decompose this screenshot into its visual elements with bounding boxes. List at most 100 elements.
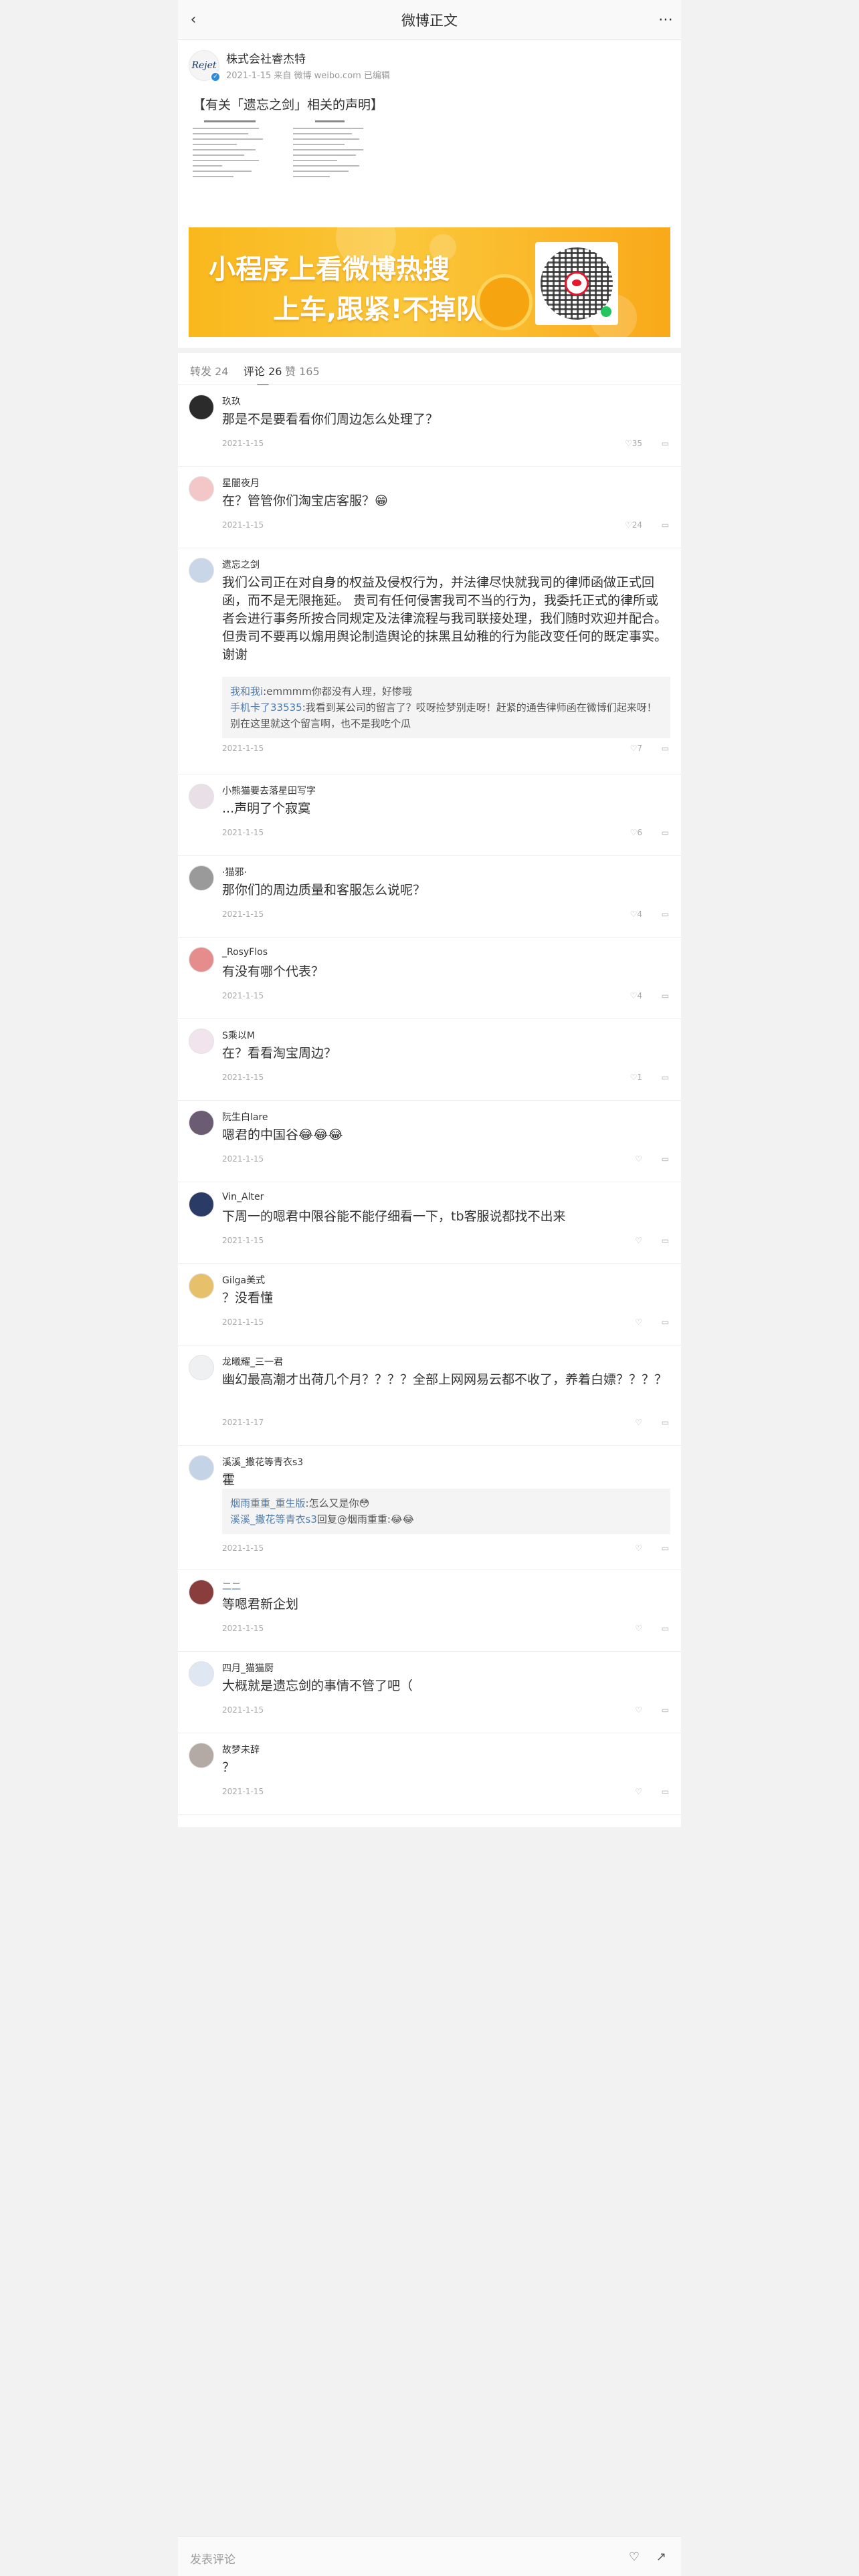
reply-icon[interactable]: ▭ [660,1073,669,1082]
list-item[interactable]: S乘以M 在？看看淘宝周边？ 2021-1-15 ♡ 1 ▭ [178,1019,681,1101]
mini-program-banner[interactable]: 小程序上看微博热搜 上车,跟紧!不掉队! [189,227,670,337]
reply-author[interactable]: 溪溪_撒花等青衣s3 [230,1513,317,1525]
list-item[interactable]: 故梦未辞 ？ 2021-1-15 ♡ ▭ [178,1733,681,1815]
comment-author[interactable]: 遗忘之剑 [222,558,260,571]
list-item[interactable]: Vin_Alter 下周一的嗯君中限谷能不能仔细看一下，tb客服说都找不出来 202… [178,1182,681,1264]
like-count: 35 [632,439,642,448]
reply-icon[interactable]: ▭ [660,991,669,1000]
reply-author[interactable]: 烟雨重重_重生版 [230,1497,306,1509]
like-button[interactable]: ♡ 4 [630,909,642,919]
avatar[interactable] [189,476,214,502]
statement-image[interactable] [193,115,373,202]
app-screen: ‹ 微博正文 ⋯ Rejet ✓ 株式会社睿杰特 2021-1-15 来自 微博… [178,0,681,2576]
reply-icon[interactable]: ▭ [660,1154,669,1164]
comment-author[interactable]: 玖玖 [222,395,241,408]
avatar[interactable]: Rejet ✓ [189,49,221,82]
reply-icon[interactable]: ▭ [660,1705,669,1715]
comment-author[interactable]: Gilga美式 [222,1273,265,1287]
comment-author[interactable]: 星闇夜月 [222,476,260,490]
list-item[interactable]: ·猫邪· 那你们的周边质量和客服怎么说呢？ 2021-1-15 ♡ 4 ▭ [178,856,681,938]
tab-comments[interactable]: 评论 26 [244,362,282,379]
like-button[interactable]: ♡ 4 [630,991,642,1000]
comment-author[interactable]: 溪溪_撒花等青衣s3 [222,1455,303,1469]
comment-text: ...声明了个寂寞 [222,801,311,816]
reply-icon[interactable]: ▭ [660,909,669,919]
avatar[interactable] [189,1355,214,1380]
like-button[interactable]: ♡ [633,1624,642,1633]
comment-author[interactable]: 故梦未辞 [222,1743,260,1756]
tab-likes[interactable]: 赞 165 [285,362,320,379]
comment-time: 2021-1-15 [222,520,264,530]
reply-author[interactable]: 手机卡了33535 [230,702,302,714]
reply-author[interactable]: 我和我i [230,685,263,697]
comment-author[interactable]: 二二 [222,1580,241,1593]
list-item[interactable]: 溪溪_撒花等青衣s3 霍烟雨重重_重生版:怎么又是你😳 溪溪_撒花等青衣s3回复@烟… [178,1446,681,1570]
avatar[interactable] [189,1743,214,1768]
comment-author[interactable]: Vin_Alter [222,1192,264,1202]
like-button[interactable]: ♡ [633,1317,642,1327]
like-button[interactable]: ♡ 6 [630,828,642,837]
list-item[interactable]: 阮生白lare 嗯君的中国谷😂😂😂 2021-1-15 ♡ ▭ [178,1101,681,1182]
reply-icon[interactable]: ▭ [660,828,669,837]
comment-input[interactable]: 发表评论 [190,2550,235,2567]
post-author[interactable]: 株式会社睿杰特 [226,49,390,66]
reply-icon[interactable]: ▭ [660,1787,669,1796]
list-item[interactable]: 二二 等嗯君新企划 2021-1-15 ♡ ▭ [178,1570,681,1652]
like-button[interactable]: ♡ [633,1787,642,1796]
comment-actions: ♡ 7 ▭ [630,744,669,753]
list-item[interactable]: 玖玖 那是不是要看看你们周边怎么处理了？ 2021-1-15 ♡ 35 ▭ [178,385,681,467]
reply-icon[interactable]: ▭ [660,1624,669,1633]
comment-author[interactable]: 四月_猫猫厨 [222,1661,274,1675]
comment-author[interactable]: 龙曦耀_三一君 [222,1355,283,1368]
reply-box[interactable]: 烟雨重重_重生版:怎么又是你😳 溪溪_撒花等青衣s3回复@烟雨重重:😂😂 [222,1489,670,1534]
reply-icon[interactable]: ▭ [660,1543,669,1553]
avatar[interactable] [189,1110,214,1136]
back-button[interactable]: ‹ [183,9,203,29]
reply-icon[interactable]: ▭ [660,520,669,530]
comment-author[interactable]: S乘以M [222,1029,255,1042]
like-button[interactable]: ♡ [633,1236,642,1245]
reply-icon[interactable]: ▭ [660,1236,669,1245]
like-button[interactable]: ♡ [633,1543,642,1553]
comment-actions: ♡ ▭ [633,1154,669,1164]
more-button[interactable]: ⋯ [656,9,676,29]
share-icon[interactable]: ↗ [656,2550,666,2564]
reply-icon[interactable]: ▭ [660,744,669,753]
list-item[interactable]: 星闇夜月 在？管管你们淘宝店客服？😁 2021-1-15 ♡ 24 ▭ [178,467,681,548]
like-button[interactable]: ♡ 24 [625,520,642,530]
avatar[interactable] [189,1029,214,1054]
avatar[interactable] [189,1580,214,1605]
list-item[interactable]: 小熊猫要去落星田写字 ...声明了个寂寞 2021-1-15 ♡ 6 ▭ [178,774,681,856]
like-icon[interactable]: ♡ [629,2550,640,2564]
like-button[interactable]: ♡ 1 [630,1073,642,1082]
list-item[interactable]: _RosyFlos 有没有哪个代表？ 2021-1-15 ♡ 4 ▭ [178,938,681,1019]
like-button[interactable]: ♡ [633,1154,642,1164]
reply-box[interactable]: 我和我i:emmmm你都没有人理，好惨哦 手机卡了33535:我看到某公司的留言了… [222,677,670,738]
avatar[interactable] [189,558,214,583]
list-item[interactable]: Gilga美式 ？没看懂 2021-1-15 ♡ ▭ [178,1264,681,1346]
like-button[interactable]: ♡ 7 [630,744,642,753]
list-item[interactable]: 遗忘之剑 我们公司正在对自身的权益及侵权行为，并法律尽快就我司的律师函做正式回函，… [178,548,681,774]
like-icon: ♡ [630,828,638,837]
avatar[interactable] [189,395,214,420]
like-button[interactable]: ♡ 35 [625,439,642,448]
avatar[interactable] [189,1661,214,1687]
avatar[interactable] [189,947,214,972]
comment-author[interactable]: ·猫邪· [222,865,247,879]
avatar[interactable] [189,1192,214,1217]
avatar[interactable] [189,865,214,891]
tab-reposts[interactable]: 转发 24 [190,362,228,379]
list-item[interactable]: 四月_猫猫厨 大概就是遗忘剑的事情不管了吧（ 2021-1-15 ♡ ▭ [178,1652,681,1733]
list-item[interactable]: 龙曦耀_三一君 幽幻最高潮才出荷几个月？？？？全部上网网易云都不收了，养着白嫖？？… [178,1346,681,1446]
comment-author[interactable]: _RosyFlos [222,947,268,958]
reply-icon[interactable]: ▭ [660,1317,669,1327]
avatar[interactable] [189,1455,214,1481]
avatar[interactable] [189,784,214,809]
comment-author[interactable]: 阮生白lare [222,1110,268,1123]
comment-author[interactable]: 小熊猫要去落星田写字 [222,784,316,797]
like-button[interactable]: ♡ [633,1418,642,1427]
avatar[interactable] [189,1273,214,1299]
reply-icon[interactable]: ▭ [660,1418,669,1427]
like-button[interactable]: ♡ [633,1705,642,1715]
reply-icon[interactable]: ▭ [660,439,669,448]
